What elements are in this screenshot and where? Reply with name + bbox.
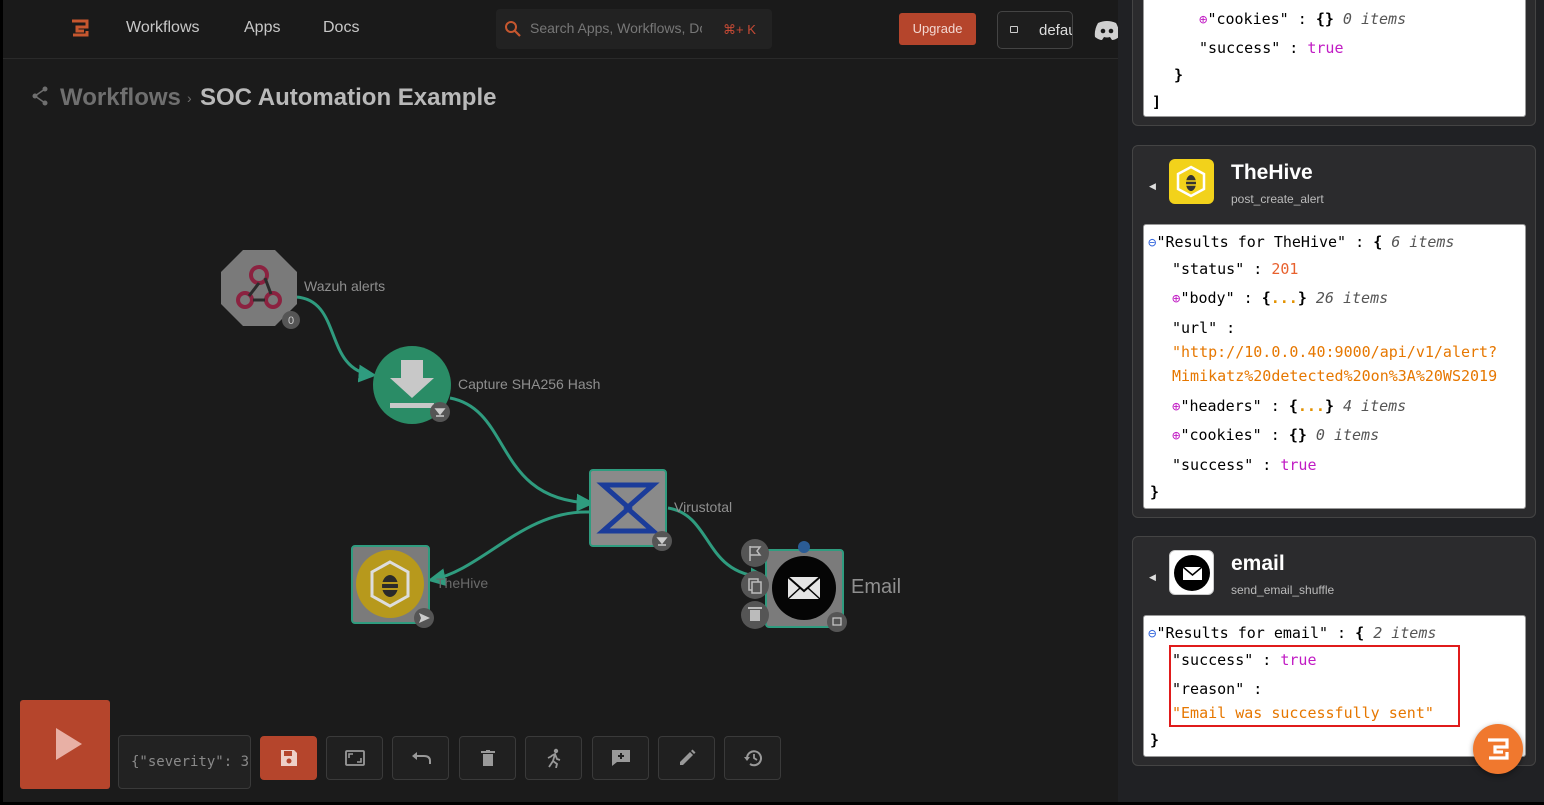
edge-capture-to-virustotal[interactable]	[449, 396, 595, 512]
result-card-previous: ⊕"cookies" : {} 0 items "success" : true…	[1132, 0, 1536, 126]
node-label-email: Email	[851, 576, 902, 598]
save-icon	[280, 750, 297, 766]
mail-icon	[787, 576, 821, 600]
node-virustotal[interactable]	[589, 469, 672, 551]
node-email[interactable]	[765, 541, 847, 632]
shuffle-logo-icon[interactable]	[70, 18, 90, 38]
support-chat-button[interactable]	[1473, 724, 1523, 774]
collapse-caret-icon[interactable]: ◀	[1149, 572, 1156, 583]
app-name: TheHive	[1231, 161, 1313, 184]
thehive-app-icon	[1169, 159, 1214, 204]
app-name: email	[1231, 552, 1285, 575]
discord-icon[interactable]	[1093, 19, 1118, 41]
execute-workflow-button[interactable]	[20, 700, 110, 789]
node-capture-sha256[interactable]	[373, 346, 451, 424]
search-icon	[505, 21, 521, 37]
delete-icon	[480, 750, 495, 766]
node-label-virustotal: Virustotal	[674, 499, 733, 515]
nav-docs-link[interactable]: Docs	[323, 19, 359, 37]
app-action-name: post_create_alert	[1231, 192, 1324, 206]
json-viewer-email[interactable]: ⊖"Results for email" : { 2 items "succes…	[1143, 615, 1526, 757]
delete-selected-button[interactable]	[459, 736, 516, 780]
node-label-capture: Capture SHA256 Hash	[458, 376, 601, 392]
search-shortcut: ⌘+ K	[723, 22, 756, 37]
execution-argument-input[interactable]: {"severity": 3, "pretext": "WAZUH Alert"…	[118, 735, 251, 789]
email-app-icon	[1169, 550, 1214, 595]
save-button[interactable]	[260, 736, 317, 780]
org-name: default	[1039, 22, 1072, 39]
node-label-wazuh: Wazuh alerts	[304, 278, 386, 294]
node-copy-button[interactable]	[741, 571, 769, 599]
json-viewer-previous[interactable]: ⊕"cookies" : {} 0 items "success" : true…	[1143, 0, 1526, 117]
play-icon	[56, 728, 82, 760]
node-start-flag-button[interactable]	[741, 539, 769, 567]
node-connector[interactable]	[798, 541, 810, 553]
workflow-canvas[interactable]: 0	[3, 0, 1118, 805]
shuffle-logo-icon	[1488, 738, 1509, 760]
search-placeholder: Search Apps, Workflows, Docs...	[530, 20, 702, 36]
run-person-icon	[547, 748, 560, 768]
org-selector[interactable]: default	[997, 11, 1073, 49]
top-navbar: Workflows Apps Docs Search Apps, Workflo…	[3, 0, 1118, 59]
workflow-editor: Workflows Apps Docs Search Apps, Workflo…	[0, 0, 1118, 805]
history-icon	[743, 750, 762, 767]
page-title: SOC Automation Example	[200, 84, 497, 111]
breadcrumb-separator: ›	[187, 90, 192, 106]
node-badge-count: 0	[288, 315, 294, 327]
fullscreen-button[interactable]	[326, 736, 383, 780]
org-icon	[1010, 26, 1018, 33]
fullscreen-icon	[344, 750, 365, 766]
node-delete-button[interactable]	[741, 601, 769, 629]
edit-workflow-button[interactable]	[658, 736, 715, 780]
history-button[interactable]	[724, 736, 781, 780]
json-viewer-thehive[interactable]: ⊖"Results for TheHive" : { 6 items "stat…	[1143, 224, 1526, 509]
search-input[interactable]: Search Apps, Workflows, Docs... ⌘+ K	[496, 9, 772, 49]
nav-workflows-link[interactable]: Workflows	[126, 19, 200, 37]
result-card-email: ◀ email send_email_shuffle ⊖"Results for…	[1132, 536, 1536, 766]
undo-button[interactable]	[392, 736, 449, 780]
node-wazuh-alerts[interactable]: 0	[221, 250, 300, 329]
node-label-thehive: TheHive	[436, 575, 489, 591]
collapse-caret-icon[interactable]: ◀	[1149, 181, 1156, 192]
test-run-button[interactable]	[525, 736, 582, 780]
execution-results-panel[interactable]: ⊕"cookies" : {} 0 items "success" : true…	[1118, 0, 1544, 805]
app-action-name: send_email_shuffle	[1231, 583, 1335, 597]
share-icon	[32, 86, 48, 106]
upgrade-button[interactable]: Upgrade	[899, 13, 976, 45]
add-comment-icon	[611, 750, 630, 766]
undo-icon	[411, 752, 431, 764]
highlight-box	[1169, 645, 1460, 727]
breadcrumb-workflows-link[interactable]: Workflows	[60, 84, 181, 112]
edit-icon	[679, 749, 695, 765]
add-comment-button[interactable]	[592, 736, 649, 780]
edge-wazuh-to-capture[interactable]	[295, 295, 377, 383]
node-thehive[interactable]	[351, 545, 434, 628]
result-card-thehive: ◀ TheHive post_create_alert ⊖"Results fo…	[1132, 145, 1536, 518]
edge-virustotal-to-thehive[interactable]	[427, 510, 590, 587]
nav-apps-link[interactable]: Apps	[244, 19, 280, 37]
